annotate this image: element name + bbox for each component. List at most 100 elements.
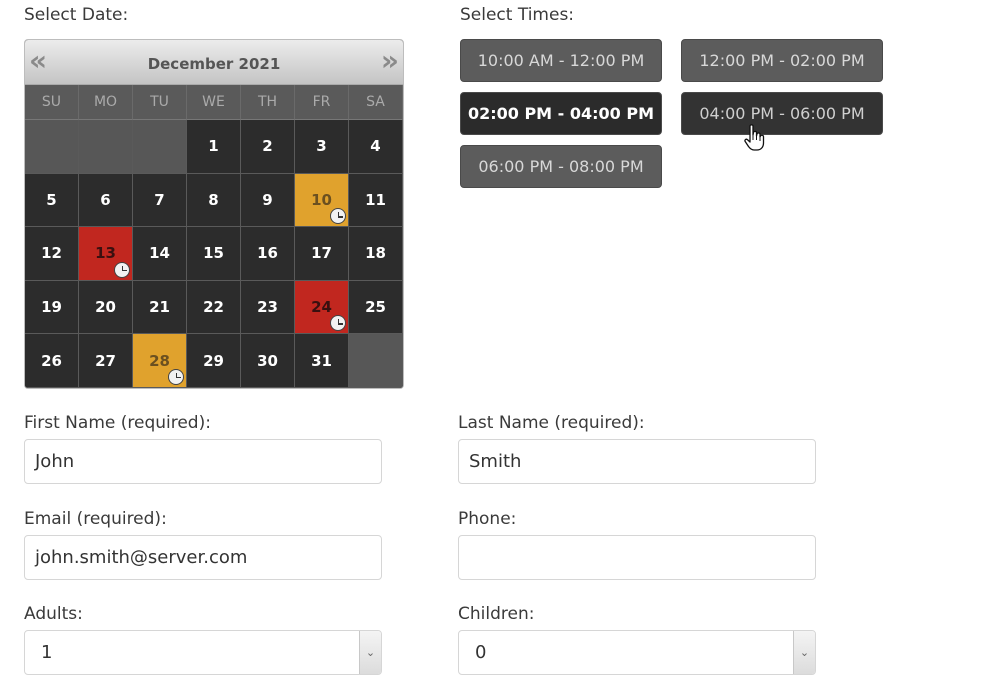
calendar-day-number: 6 xyxy=(100,190,111,209)
time-slot-button[interactable]: 12:00 PM - 02:00 PM xyxy=(681,39,883,82)
phone-label: Phone: xyxy=(458,509,517,529)
calendar-day-number: 23 xyxy=(257,298,278,317)
calendar-day[interactable]: 16 xyxy=(241,227,295,281)
calendar-day[interactable]: 22 xyxy=(187,280,241,335)
calendar-day[interactable]: 18 xyxy=(349,227,403,281)
calendar-day[interactable]: 5 xyxy=(25,173,79,228)
calendar-day-number: 5 xyxy=(46,190,57,209)
calendar-day[interactable]: 4 xyxy=(349,120,403,174)
weekday-header: SU xyxy=(25,85,79,120)
calendar-day[interactable]: 10 xyxy=(295,173,349,228)
calendar-day-number: 3 xyxy=(316,137,327,156)
calendar-day-number: 8 xyxy=(208,190,219,209)
children-select-value: 0 xyxy=(475,642,487,663)
calendar-day-number: 19 xyxy=(41,298,62,317)
calendar-day[interactable]: 23 xyxy=(241,280,295,335)
adults-select-value: 1 xyxy=(41,642,53,663)
weekday-header: SA xyxy=(349,85,403,120)
next-month-icon[interactable]: » xyxy=(381,47,399,75)
calendar-day-number: 28 xyxy=(149,351,170,370)
calendar-day-number: 17 xyxy=(311,244,332,263)
time-slot-button[interactable]: 10:00 AM - 12:00 PM xyxy=(460,39,662,82)
calendar-day[interactable]: 13 xyxy=(79,227,133,281)
phone-field[interactable] xyxy=(458,535,816,580)
calendar-day[interactable]: 25 xyxy=(349,280,403,335)
last-name-label: Last Name (required): xyxy=(458,413,645,433)
calendar-day-number: 22 xyxy=(203,298,224,317)
calendar-empty-cell xyxy=(79,120,133,174)
chevron-down-icon[interactable]: ⌄ xyxy=(359,631,381,674)
calendar-day[interactable]: 26 xyxy=(25,334,79,388)
calendar-day[interactable]: 2 xyxy=(241,120,295,174)
children-select[interactable]: 0 ⌄ xyxy=(458,630,816,675)
calendar-day[interactable]: 19 xyxy=(25,280,79,335)
calendar-day[interactable]: 7 xyxy=(133,173,187,228)
clock-icon xyxy=(330,315,346,332)
chevron-down-icon[interactable]: ⌄ xyxy=(793,631,815,674)
clock-icon xyxy=(114,261,130,278)
calendar-empty-cell xyxy=(349,334,403,388)
email-field[interactable]: john.smith@server.com xyxy=(24,535,382,580)
calendar-day[interactable]: 6 xyxy=(79,173,133,228)
adults-label: Adults: xyxy=(24,604,83,624)
date-calendar: « December 2021 » SU MO TU WE TH FR SA 1 2 3 4 5 6 7 8… xyxy=(24,39,404,389)
clock-icon xyxy=(330,208,346,225)
calendar-day[interactable]: 1 xyxy=(187,120,241,174)
calendar-day[interactable]: 12 xyxy=(25,227,79,281)
calendar-day-number: 9 xyxy=(262,190,273,209)
calendar-empty-cell xyxy=(25,120,79,174)
calendar-day-number: 2 xyxy=(262,137,273,156)
calendar-day-number: 1 xyxy=(208,137,219,156)
time-slot-button[interactable]: 04:00 PM - 06:00 PM xyxy=(681,92,883,135)
calendar-day-number: 16 xyxy=(257,244,278,263)
weekday-header: FR xyxy=(295,85,349,120)
calendar-day[interactable]: 11 xyxy=(349,173,403,228)
calendar-day-number: 24 xyxy=(311,298,332,317)
calendar-day[interactable]: 29 xyxy=(187,334,241,388)
calendar-day-number: 14 xyxy=(149,244,170,263)
email-label: Email (required): xyxy=(24,509,167,529)
calendar-day[interactable]: 31 xyxy=(295,334,349,388)
time-slot-button[interactable]: 02:00 PM - 04:00 PM xyxy=(460,92,662,135)
calendar-day-number: 29 xyxy=(203,351,224,370)
calendar-day[interactable]: 3 xyxy=(295,120,349,174)
time-slot-button[interactable]: 06:00 PM - 08:00 PM xyxy=(460,145,662,188)
calendar-day[interactable]: 21 xyxy=(133,280,187,335)
calendar-day[interactable]: 24 xyxy=(295,280,349,335)
calendar-day[interactable]: 14 xyxy=(133,227,187,281)
calendar-day-number: 21 xyxy=(149,298,170,317)
calendar-month-title: December 2021 xyxy=(147,55,281,73)
calendar-day[interactable]: 28 xyxy=(133,334,187,388)
calendar-grid: SU MO TU WE TH FR SA 1 2 3 4 5 6 7 8 9 10 11 12 13 14 15 16 17 1… xyxy=(25,85,403,388)
calendar-day-number: 20 xyxy=(95,298,116,317)
calendar-day-number: 18 xyxy=(365,244,386,263)
calendar-day[interactable]: 15 xyxy=(187,227,241,281)
calendar-day-number: 11 xyxy=(365,190,386,209)
calendar-day[interactable]: 9 xyxy=(241,173,295,228)
first-name-field[interactable]: John xyxy=(24,439,382,484)
last-name-field[interactable]: Smith xyxy=(458,439,816,484)
calendar-day-number: 31 xyxy=(311,351,332,370)
calendar-day[interactable]: 17 xyxy=(295,227,349,281)
calendar-empty-cell xyxy=(133,120,187,174)
children-label: Children: xyxy=(458,604,535,624)
calendar-day-number: 15 xyxy=(203,244,224,263)
calendar-day-number: 4 xyxy=(370,137,381,156)
adults-select[interactable]: 1 ⌄ xyxy=(24,630,382,675)
calendar-day[interactable]: 20 xyxy=(79,280,133,335)
calendar-day[interactable]: 30 xyxy=(241,334,295,388)
calendar-day-number: 25 xyxy=(365,298,386,317)
select-times-label: Select Times: xyxy=(460,5,575,25)
weekday-header: WE xyxy=(187,85,241,120)
weekday-header: TH xyxy=(241,85,295,120)
calendar-day-number: 10 xyxy=(311,190,332,209)
calendar-day-number: 26 xyxy=(41,351,62,370)
calendar-day-number: 7 xyxy=(154,190,165,209)
clock-icon xyxy=(168,368,184,385)
calendar-day-number: 12 xyxy=(41,244,62,263)
calendar-day-number: 27 xyxy=(95,351,116,370)
calendar-day[interactable]: 8 xyxy=(187,173,241,228)
hand-pointer-icon xyxy=(744,124,765,151)
first-name-label: First Name (required): xyxy=(24,413,211,433)
calendar-day[interactable]: 27 xyxy=(79,334,133,388)
